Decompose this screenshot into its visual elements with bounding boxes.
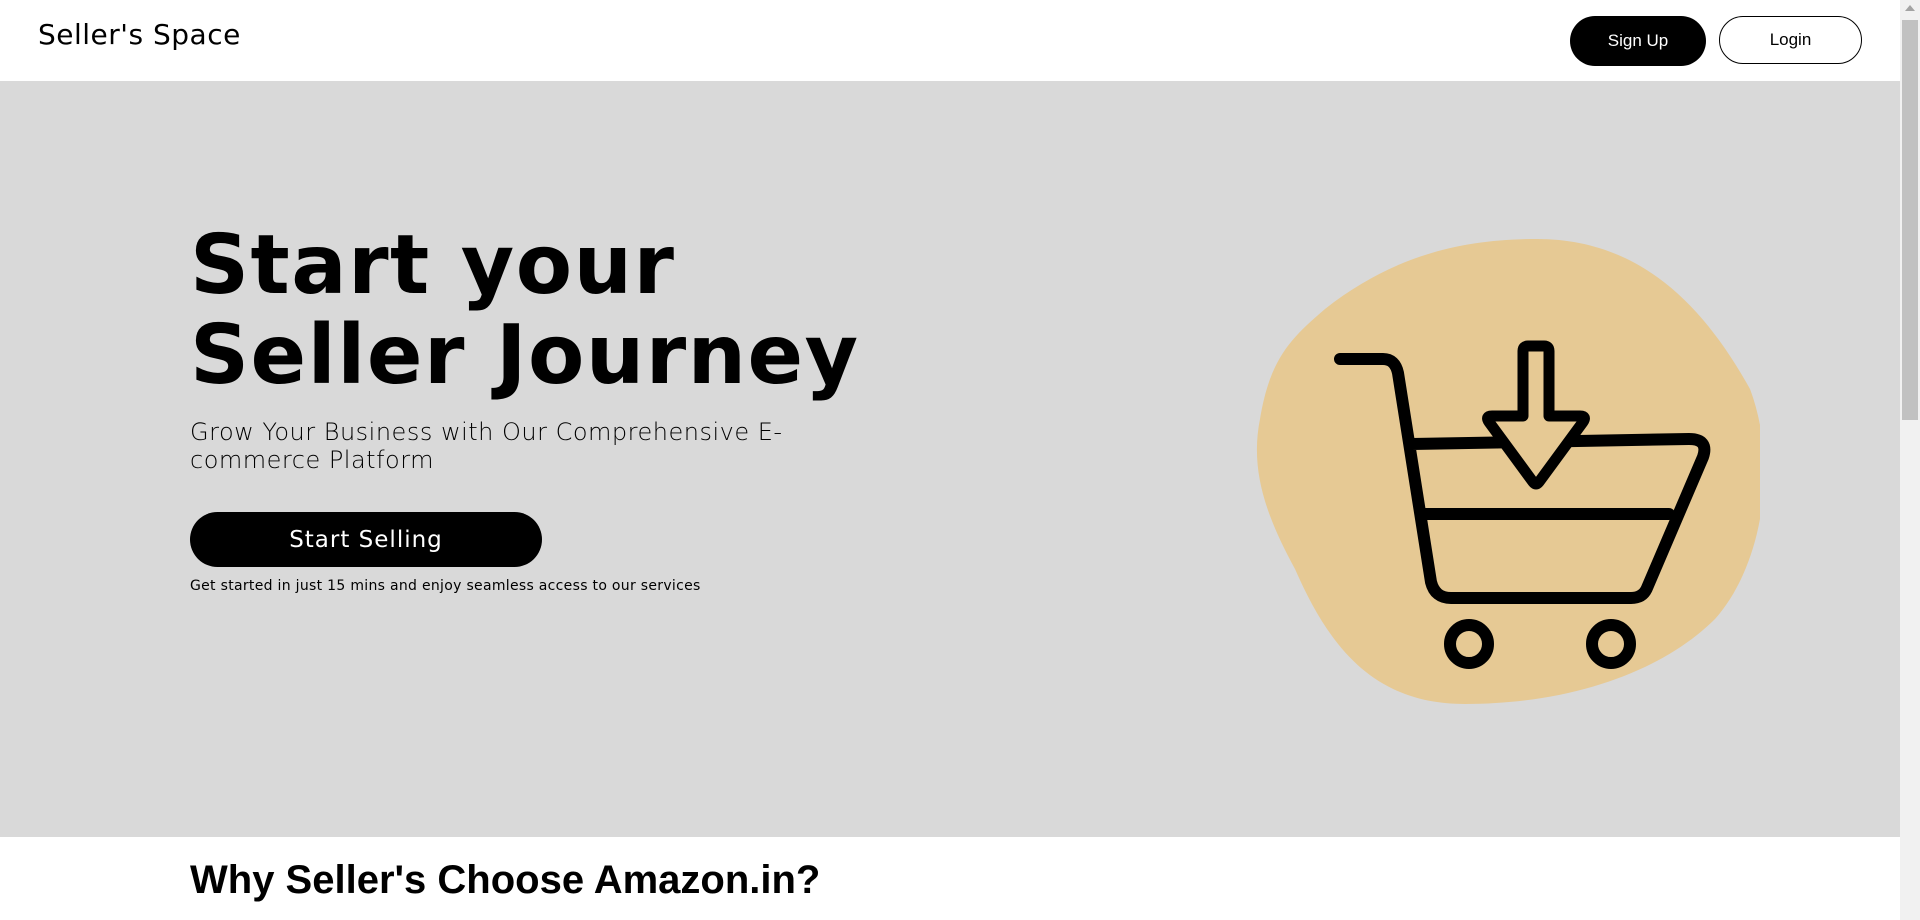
brand-logo-text[interactable]: Seller's Space xyxy=(38,18,241,51)
hero-section: Start your Seller Journey Grow Your Busi… xyxy=(0,81,1900,837)
start-selling-button[interactable]: Start Selling xyxy=(190,512,542,567)
hero-title: Start your Seller Journey xyxy=(190,218,860,403)
shopping-cart-download-icon xyxy=(1256,239,1760,704)
top-navbar: Seller's Space Sign Up Login xyxy=(0,0,1900,81)
hero-note: Get started in just 15 mins and enjoy se… xyxy=(190,578,701,594)
features-section-title: Why Seller's Choose Amazon.in? xyxy=(190,858,821,902)
login-button[interactable]: Login xyxy=(1719,16,1862,64)
scroll-up-icon[interactable] xyxy=(1905,5,1915,11)
page: Seller's Space Sign Up Login Start your … xyxy=(0,0,1920,920)
hero-subtitle: Grow Your Business with Our Comprehensiv… xyxy=(190,418,783,474)
scrollbar-thumb[interactable] xyxy=(1902,20,1918,420)
page-scrollbar[interactable] xyxy=(1900,0,1920,920)
sign-up-button[interactable]: Sign Up xyxy=(1570,16,1706,66)
illustration-blob xyxy=(1256,239,1760,704)
